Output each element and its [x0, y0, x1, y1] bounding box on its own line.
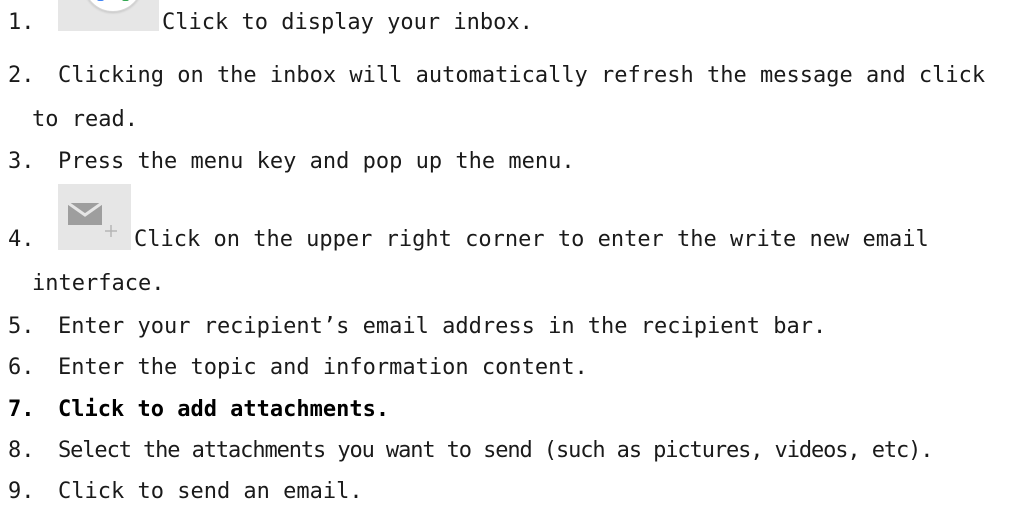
- step-8-number: 8.: [8, 438, 35, 463]
- step-9-number: 9.: [8, 479, 35, 504]
- compose-email-glyph: [67, 201, 117, 237]
- step-7-text: Click to add attachments.: [58, 397, 390, 422]
- gmail-green-stroke: [122, 0, 129, 1]
- step-4-number: 4.: [8, 227, 35, 252]
- compose-email-icon: [58, 184, 131, 250]
- step-5-text: Enter your recipient’s email address in …: [58, 314, 827, 339]
- gmail-icon-circle: [83, 0, 143, 12]
- gmail-blue-stroke: [97, 0, 104, 1]
- step-1-number: 1.: [8, 10, 35, 35]
- step-9-text: Click to send an email.: [58, 479, 363, 504]
- instruction-document: 1. Click to display your inbox. 2. Click…: [0, 0, 1029, 506]
- step-7-number: 7.: [8, 397, 35, 422]
- step-3-text: Press the menu key and pop up the menu.: [58, 149, 575, 174]
- step-3-number: 3.: [8, 149, 35, 174]
- step-6-number: 6.: [8, 355, 35, 380]
- step-4-continuation: interface.: [32, 271, 165, 296]
- step-8-text: Select the attachments you want to send …: [58, 438, 934, 463]
- step-6-text: Enter the topic and information content.: [58, 355, 588, 380]
- step-1-text: Click to display your inbox.: [162, 10, 533, 35]
- step-4-text: Click on the upper right corner to enter…: [134, 227, 929, 252]
- step-2-continuation: to read.: [32, 107, 138, 132]
- step-5-number: 5.: [8, 314, 35, 339]
- gmail-app-icon: [58, 0, 159, 31]
- step-2-text: Clicking on the inbox will automatically…: [58, 63, 986, 88]
- step-2-number: 2.: [8, 63, 35, 88]
